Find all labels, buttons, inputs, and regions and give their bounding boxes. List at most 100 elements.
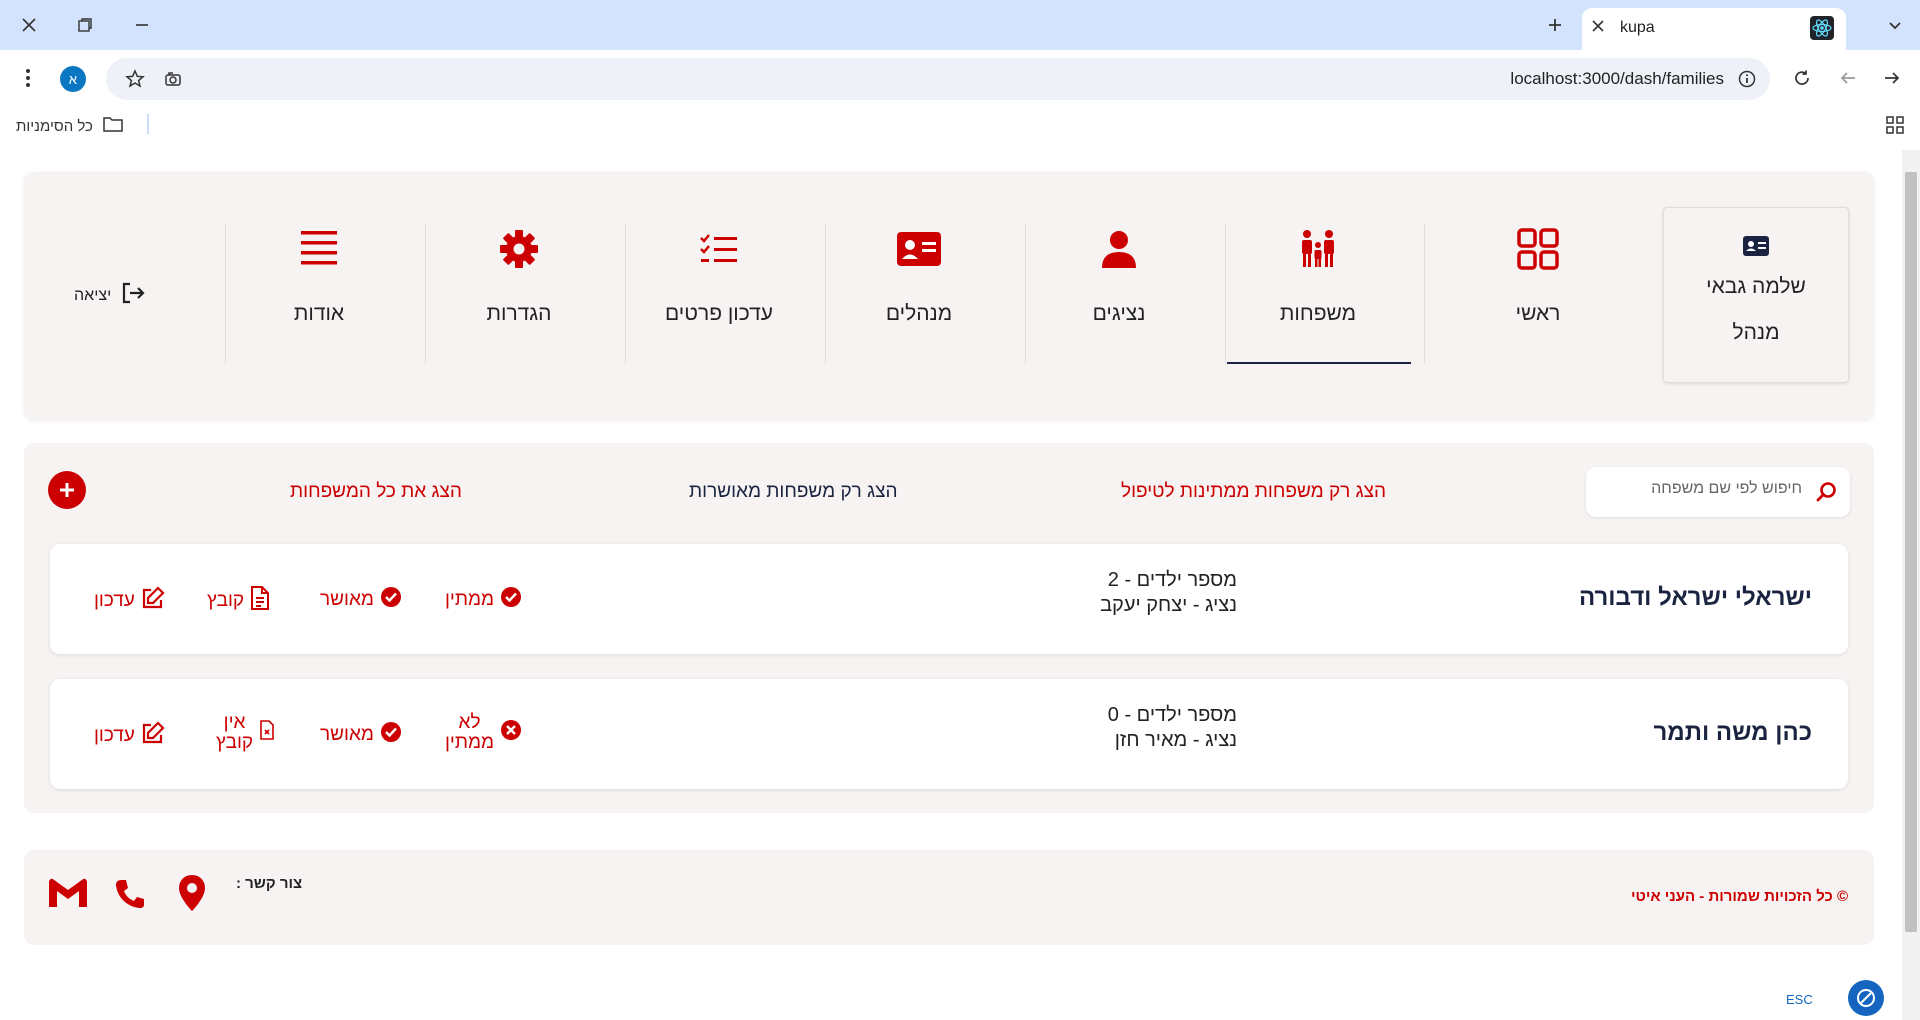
- tab-title: kupa: [1620, 19, 1655, 36]
- pending-label: ממתין: [445, 589, 495, 610]
- nav-item-representatives[interactable]: נציגים: [1026, 224, 1212, 362]
- nav-item-settings[interactable]: הגדרות: [426, 224, 612, 362]
- browser-toolbar: א localhost:3000/dash/families כל הסימני…: [0, 50, 1920, 158]
- bookmarks-bar[interactable]: כל הסימניות: [16, 116, 123, 136]
- family-card: ישראלי ישראל ודבורה מספר ילדים - 2 נציג …: [50, 544, 1848, 654]
- page-scrollbar[interactable]: [1902, 150, 1920, 1020]
- site-info-icon[interactable]: [1736, 68, 1758, 90]
- edit-button[interactable]: עדכון: [94, 721, 165, 751]
- tab-search-icon[interactable]: [1880, 10, 1910, 40]
- approved-label: מאושר: [320, 589, 374, 610]
- bookmarks-label: כל הסימניות: [16, 117, 93, 135]
- folder-icon: [103, 116, 123, 136]
- check-circle-icon: [380, 721, 402, 749]
- nav-label: נציגים: [1092, 302, 1146, 325]
- nav-divider: [1225, 224, 1226, 364]
- close-window-icon[interactable]: [14, 10, 44, 40]
- accessibility-icon: [1857, 989, 1875, 1007]
- nav-item-update-details[interactable]: עדכון פרטים: [626, 224, 812, 362]
- family-info: מספר ילדים - 2 נציג - יצחק יעקב: [1037, 568, 1237, 618]
- back-icon[interactable]: [1836, 66, 1860, 90]
- filter-all-button[interactable]: הצג את כל המשפחות: [290, 481, 462, 503]
- edit-icon: [141, 586, 165, 616]
- family-icon: [1225, 224, 1411, 274]
- user-card: שלמה גבאי מנהל: [1663, 207, 1849, 383]
- gmail-icon[interactable]: [48, 878, 88, 913]
- children-count: מספר ילדים - 2: [1107, 569, 1237, 591]
- react-favicon-icon: [1810, 16, 1834, 40]
- family-name: כהן משה ותמר: [1653, 719, 1812, 746]
- logout-icon: [121, 282, 145, 309]
- grid-icon: [1445, 224, 1631, 274]
- check-circle-icon: [500, 586, 522, 614]
- filter-approved-button[interactable]: הצג רק משפחות מאושרות: [689, 481, 898, 503]
- esc-label[interactable]: ESC: [1786, 992, 1813, 1007]
- pending-toggle[interactable]: לא ממתין: [445, 713, 522, 753]
- browser-tab[interactable]: kupa: [1582, 8, 1846, 50]
- edit-icon: [141, 721, 165, 751]
- families-panel: הצג רק משפחות ממתינות לטיפול הצג רק משפח…: [24, 443, 1874, 813]
- nav-item-managers[interactable]: מנהלים: [826, 224, 1012, 362]
- profile-avatar[interactable]: א: [60, 66, 86, 92]
- file-label: קובץ: [207, 590, 245, 611]
- nav-divider: [625, 224, 626, 364]
- star-icon[interactable]: [124, 68, 146, 90]
- main-nav: שלמה גבאי מנהל ראשי משפחות נציגים מנהלים: [24, 172, 1874, 420]
- nav-divider: [1025, 224, 1026, 364]
- nav-label: אודות: [293, 302, 345, 325]
- approved-toggle[interactable]: מאושר: [320, 721, 402, 749]
- search-box[interactable]: [1586, 467, 1850, 517]
- nav-divider: [825, 224, 826, 364]
- file-missing-icon: [259, 720, 275, 746]
- reload-icon[interactable]: [1790, 66, 1814, 90]
- family-search-input[interactable]: [1622, 480, 1802, 498]
- nav-item-families[interactable]: משפחות: [1225, 224, 1411, 364]
- person-icon: [1026, 224, 1212, 274]
- extension-icon[interactable]: [162, 68, 184, 90]
- phone-icon[interactable]: [114, 878, 146, 915]
- forward-icon[interactable]: [1880, 66, 1904, 90]
- plus-icon: [60, 483, 74, 497]
- footer: © כל הזכויות שמורות - העני איטי צור קשר …: [24, 850, 1874, 945]
- pending-label: לא ממתין: [445, 712, 495, 753]
- representative-name: נציג - מאיר חזן: [1114, 729, 1237, 751]
- logout-button[interactable]: יציאה: [74, 282, 145, 309]
- restore-window-icon[interactable]: [70, 10, 100, 40]
- logout-label: יציאה: [74, 286, 112, 304]
- bookmarks-separator: [147, 114, 149, 134]
- approved-label: מאושר: [320, 724, 374, 745]
- edit-label: עדכון: [94, 590, 135, 611]
- family-name: ישראלי ישראל ודבורה: [1578, 584, 1812, 611]
- nav-label: ראשי: [1515, 302, 1561, 325]
- filter-pending-button[interactable]: הצג רק משפחות ממתינות לטיפול: [1121, 481, 1386, 503]
- approved-toggle[interactable]: מאושר: [320, 586, 402, 614]
- url-text: localhost:3000/dash/families: [1510, 69, 1724, 88]
- representative-name: נציג - יצחק יעקב: [1100, 594, 1237, 616]
- search-icon[interactable]: [1816, 481, 1838, 508]
- accessibility-button[interactable]: [1848, 980, 1884, 1016]
- browser-tab-bar: kupa: [0, 0, 1920, 50]
- menu-dots-icon[interactable]: [16, 66, 40, 90]
- nav-label: הגדרות: [486, 302, 552, 325]
- edit-button[interactable]: עדכון: [94, 586, 165, 616]
- nav-item-about[interactable]: אודות: [226, 224, 412, 362]
- id-card-icon: [826, 224, 1012, 274]
- location-icon[interactable]: [178, 874, 206, 917]
- add-family-button[interactable]: [48, 471, 86, 509]
- family-card: כהן משה ותמר מספר ילדים - 0 נציג - מאיר …: [50, 679, 1848, 789]
- gear-icon: [426, 224, 612, 274]
- nav-label: עדכון פרטים: [664, 302, 773, 325]
- apps-grid-icon[interactable]: [1884, 114, 1906, 136]
- copyright-text: © כל הזכויות שמורות - העני איטי: [1630, 888, 1848, 905]
- nav-divider: [225, 224, 226, 364]
- minimize-window-icon[interactable]: [127, 10, 157, 40]
- address-bar[interactable]: localhost:3000/dash/families: [106, 58, 1770, 100]
- contact-label: צור קשר :: [236, 875, 303, 892]
- edit-label: עדכון: [94, 725, 135, 746]
- file-link[interactable]: קובץ: [207, 586, 270, 616]
- nav-item-home[interactable]: ראשי: [1445, 224, 1631, 362]
- pending-toggle[interactable]: ממתין: [445, 586, 522, 614]
- scrollbar-thumb[interactable]: [1905, 172, 1917, 932]
- new-tab-icon[interactable]: [1540, 10, 1570, 40]
- tab-close-icon[interactable]: [1592, 17, 1604, 37]
